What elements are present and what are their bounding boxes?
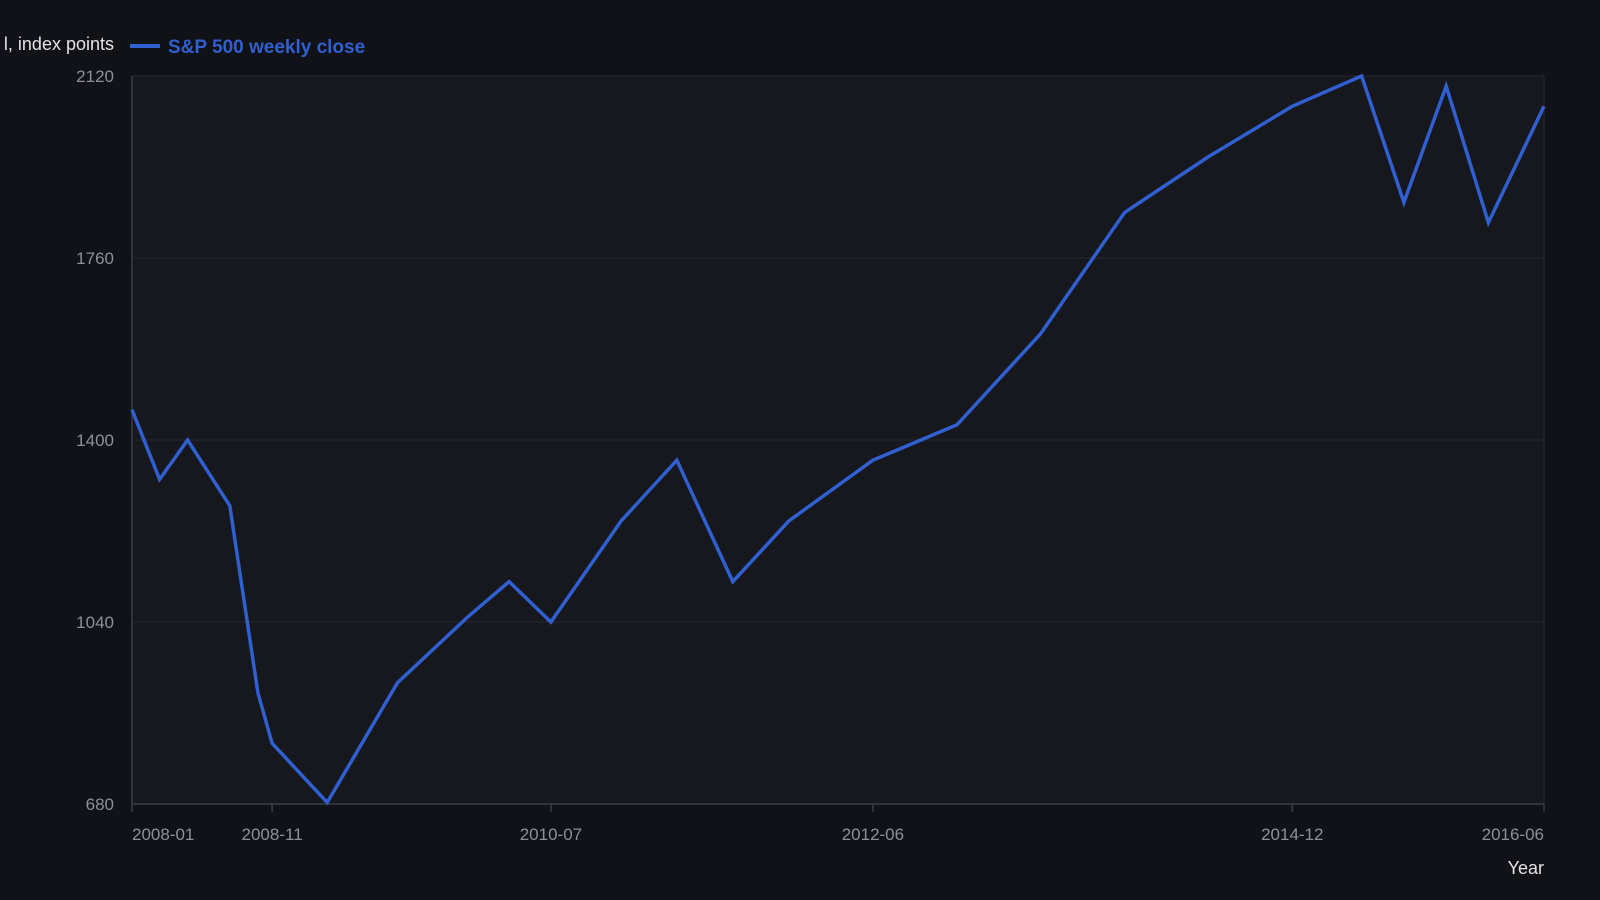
x-tick-label: 2012-06 [842,825,904,844]
y-axis-title: l, index points [4,34,114,54]
y-tick-label: 1040 [76,613,114,632]
x-tick-label: 2014-12 [1261,825,1323,844]
y-tick-label: 2120 [76,67,114,86]
x-tick-label: 2008-01 [132,825,194,844]
y-tick-label: 1400 [76,431,114,450]
x-tick-label: 2010-07 [520,825,582,844]
y-tick-label: 680 [86,795,114,814]
line-chart: 680 1040 1400 1760 2120 2008-01 2008-11 2010-07… [0,0,1600,900]
legend-label-sp500: S&P 500 weekly close [168,37,365,58]
x-tick-label: 2008-11 [242,825,303,844]
x-axis-title: Year [1508,858,1544,878]
y-tick-label: 1760 [76,249,114,268]
x-tick-label: 2016-06 [1482,825,1544,844]
